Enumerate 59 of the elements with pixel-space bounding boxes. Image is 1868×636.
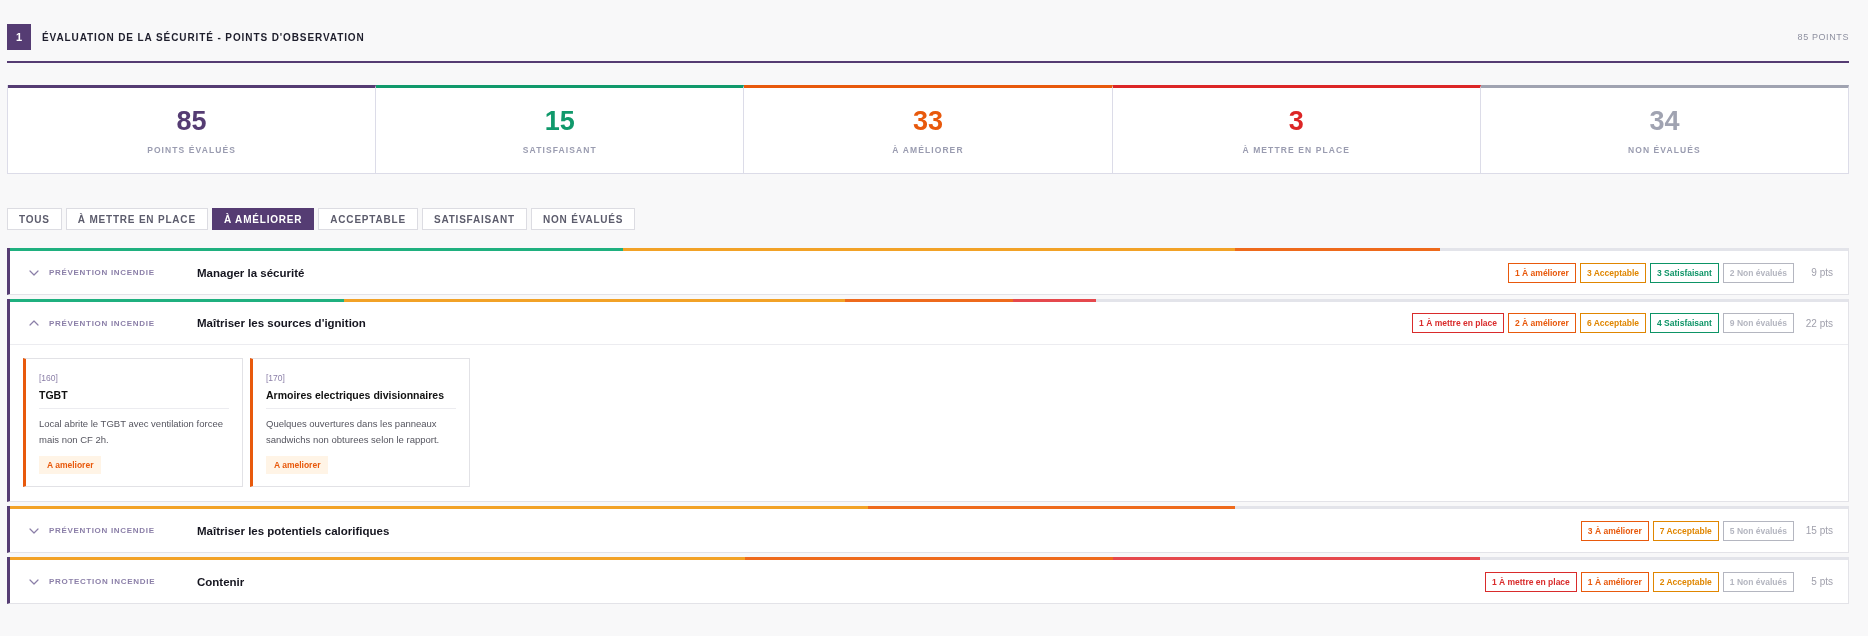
card-reference: [160] bbox=[39, 373, 58, 383]
stat-label: À AMÉLIORER bbox=[892, 145, 964, 155]
section-title: ÉVALUATION DE LA SÉCURITÉ - POINTS D'OBSERVATION bbox=[42, 31, 365, 43]
stat-value: 34 bbox=[1649, 106, 1680, 137]
status-count-badge: 3 À améliorer bbox=[1580, 520, 1649, 541]
card-title: Armoires electriques divisionnaires bbox=[266, 389, 444, 401]
status-count-badge: 1 Non évalués bbox=[1722, 571, 1794, 592]
chevron-down-icon[interactable] bbox=[29, 527, 39, 534]
chevron-down-icon[interactable] bbox=[29, 269, 39, 276]
card-description: Local abrite le TGBT avec ventilation forcee mais non CF 2h. bbox=[39, 417, 224, 447]
filter-tab[interactable]: À AMÉLIORER bbox=[211, 208, 315, 230]
card-reference: [170] bbox=[266, 373, 285, 383]
stat-value: 33 bbox=[912, 106, 943, 137]
stat-value: 15 bbox=[544, 106, 575, 137]
status-count-badge: 6 Acceptable bbox=[1579, 313, 1646, 333]
status-count-badge: 3 Acceptable bbox=[1579, 262, 1646, 283]
status-count-badge: 3 Satisfaisant bbox=[1650, 262, 1719, 283]
status-count-badge: 2 Acceptable bbox=[1652, 571, 1719, 592]
stat-value: 3 bbox=[1288, 106, 1304, 137]
status-count-badge: 9 Non évalués bbox=[1722, 313, 1794, 333]
filter-tab[interactable]: SATISFAISANT bbox=[421, 208, 527, 230]
status-tag: A ameliorer bbox=[39, 456, 102, 474]
card-title: TGBT bbox=[39, 389, 68, 401]
status-count-badge: 7 Acceptable bbox=[1652, 520, 1719, 541]
group-title: Manager la sécurité bbox=[197, 266, 305, 279]
section-number: 1 bbox=[7, 24, 31, 50]
status-count-badge: 5 Non évalués bbox=[1722, 520, 1794, 541]
category-label: PRÉVENTION INCENDIE bbox=[49, 268, 156, 277]
filter-tab[interactable]: À METTRE EN PLACE bbox=[65, 208, 208, 230]
stat-label: NON ÉVALUÉS bbox=[1627, 145, 1701, 155]
points-total: 85 POINTS bbox=[1797, 32, 1849, 42]
group-title: Maîtriser les sources d'ignition bbox=[197, 317, 366, 329]
chevron-up-icon[interactable] bbox=[29, 320, 39, 326]
stat-value: 85 bbox=[176, 106, 207, 137]
points-count: 15 pts bbox=[1804, 525, 1833, 536]
points-count: 22 pts bbox=[1804, 317, 1833, 329]
filter-tab[interactable]: NON ÉVALUÉS bbox=[531, 208, 636, 230]
status-count-badge: 4 Satisfaisant bbox=[1650, 313, 1719, 333]
card-description: Quelques ouvertures dans les panneaux sandwichs non obturees selon le rapport. bbox=[266, 417, 441, 447]
group-title: Maîtriser les potentiels calorifiques bbox=[197, 524, 390, 537]
stat-label: À METTRE EN PLACE bbox=[1242, 145, 1350, 155]
status-tag: A ameliorer bbox=[266, 456, 329, 474]
filter-tab[interactable]: TOUS bbox=[7, 208, 62, 230]
status-count-badge: 1 À mettre en place bbox=[1412, 313, 1504, 333]
status-count-badge: 1 À améliorer bbox=[1580, 571, 1649, 592]
status-count-badge: 2 Non évalués bbox=[1722, 262, 1794, 283]
category-label: PRÉVENTION INCENDIE bbox=[49, 318, 156, 328]
status-count-badge: 1 À améliorer bbox=[1508, 262, 1576, 283]
stat-label: POINTS ÉVALUÉS bbox=[147, 145, 237, 155]
status-count-badge: 1 À mettre en place bbox=[1484, 571, 1577, 592]
status-count-badge: 2 À améliorer bbox=[1508, 313, 1576, 333]
chevron-down-icon[interactable] bbox=[29, 578, 39, 585]
points-count: 9 pts bbox=[1810, 267, 1833, 278]
category-label: PRÉVENTION INCENDIE bbox=[49, 526, 156, 535]
points-count: 5 pts bbox=[1810, 576, 1833, 587]
stat-label: SATISFAISANT bbox=[522, 145, 597, 155]
group-title: Contenir bbox=[197, 575, 245, 588]
category-label: PROTECTION INCENDIE bbox=[49, 577, 157, 586]
filter-tab[interactable]: ACCEPTABLE bbox=[318, 208, 418, 230]
